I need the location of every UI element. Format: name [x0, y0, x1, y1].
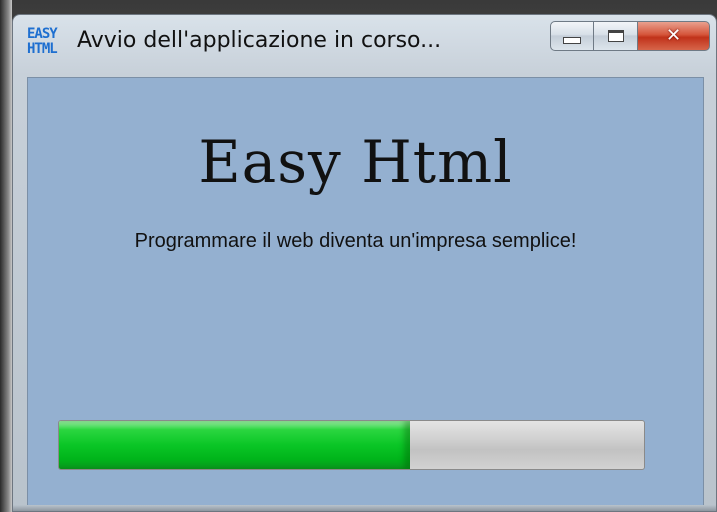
window-bottom-border	[13, 505, 716, 511]
maximize-icon	[607, 30, 624, 42]
title-bar[interactable]: EASY HTML Avvio dell'applicazione in cor…	[13, 15, 716, 73]
app-logo-text-top: EASY	[27, 26, 58, 42]
maximize-button[interactable]	[594, 21, 638, 51]
splash-content: Easy Html Programmare il web diventa un'…	[27, 77, 704, 507]
app-logo-icon: EASY HTML	[27, 27, 65, 65]
tagline: Programmare il web diventa un'impresa se…	[134, 230, 577, 252]
close-button[interactable]: ✕	[638, 21, 710, 51]
progress-fill	[59, 421, 410, 469]
app-logo-text-bottom: HTML	[27, 41, 58, 57]
background-window-edge	[0, 0, 12, 512]
minimize-icon	[563, 36, 581, 44]
caption-buttons: ✕	[550, 21, 710, 53]
close-icon: ✕	[665, 25, 682, 46]
loading-progress-bar	[58, 420, 645, 470]
splash-window: EASY HTML Avvio dell'applicazione in cor…	[12, 14, 717, 512]
window-title: Avvio dell'applicazione in corso...	[77, 28, 442, 53]
app-name-heading: Easy Html	[198, 128, 513, 196]
minimize-button[interactable]	[550, 21, 594, 51]
